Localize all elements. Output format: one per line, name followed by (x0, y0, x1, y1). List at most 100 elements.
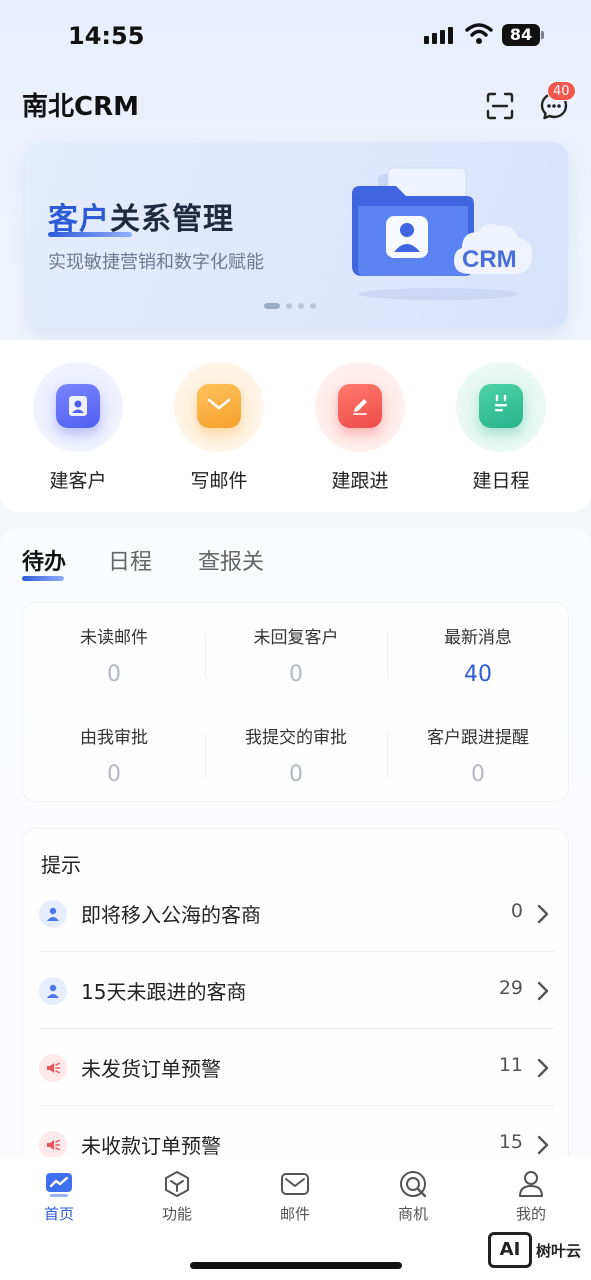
carousel-dot[interactable] (310, 303, 316, 309)
quick-action-new-customer[interactable]: 建客户 (13, 362, 143, 502)
todo-label: 我提交的审批 (245, 728, 347, 748)
calendar-icon (479, 384, 523, 428)
tip-row[interactable]: 即将移入公海的客商 0 (39, 875, 555, 952)
chevron-right-icon (537, 1058, 549, 1078)
todo-value: 0 (289, 662, 303, 687)
nav-label: 功能 (161, 1205, 192, 1223)
todo-latest-messages[interactable]: 最新消息 40 (387, 623, 569, 687)
home-screen: 14:55 84 南北CRM 40 客户关系管理 实现敏捷营销和数字化赋能 CR… (0, 0, 591, 1280)
chart-home-icon (46, 1173, 72, 1197)
quick-action-label: 建日程 (472, 470, 530, 492)
battery-icon: 84 (502, 24, 540, 46)
todo-my-approvals[interactable]: 由我审批 0 (23, 723, 205, 787)
todo-value: 0 (289, 762, 303, 787)
crm-folder-illustration: CRM (352, 167, 533, 300)
todo-value: 0 (471, 762, 485, 787)
nav-features[interactable]: 功能 (118, 1169, 236, 1229)
divider (387, 633, 388, 677)
message-badge: 40 (547, 81, 576, 101)
quick-action-label: 建跟进 (331, 470, 389, 492)
carousel-dot[interactable] (298, 303, 304, 309)
watermark-text: 树叶云 (536, 1242, 582, 1260)
tip-count: 15 (498, 1131, 523, 1153)
tips-title: 提示 (41, 853, 81, 877)
tab-customs[interactable]: 查报关 (198, 544, 264, 576)
tip-count: 29 (498, 977, 523, 999)
watermark: AI 树叶云 (488, 1232, 588, 1272)
nav-label: 商机 (397, 1205, 428, 1223)
user-icon (39, 900, 67, 928)
pencil-icon (338, 384, 382, 428)
tip-text: 即将移入公海的客商 (81, 903, 261, 927)
todo-label: 由我审批 (80, 728, 148, 748)
tip-count: 11 (498, 1054, 523, 1076)
tip-count: 0 (510, 900, 523, 922)
todo-label: 未读邮件 (80, 628, 148, 648)
user-icon (39, 977, 67, 1005)
todo-label: 未回复客户 (253, 628, 339, 648)
quick-action-label: 写邮件 (190, 470, 248, 492)
quick-action-new-followup[interactable]: 建跟进 (295, 362, 425, 502)
tab-active-indicator (22, 576, 64, 581)
quick-actions-card: 建客户 写邮件 建跟进 建日程 (0, 340, 591, 512)
status-bar: 14:55 84 (0, 0, 591, 72)
nav-profile[interactable]: 我的 (472, 1169, 590, 1229)
wifi-icon (465, 23, 493, 44)
status-time: 14:55 (68, 22, 145, 50)
nav-opportunities[interactable]: 商机 (354, 1169, 472, 1229)
signal-icon (424, 27, 453, 44)
banner-subtitle: 实现敏捷营销和数字化赋能 (48, 252, 264, 273)
home-indicator[interactable] (190, 1262, 402, 1269)
person-icon (519, 1171, 543, 1197)
todo-value: 40 (464, 662, 492, 687)
chevron-right-icon (537, 1135, 549, 1155)
nav-label: 邮件 (279, 1205, 310, 1223)
battery-tip (541, 31, 544, 39)
quick-action-write-mail[interactable]: 写邮件 (154, 362, 284, 502)
todo-value: 0 (107, 762, 121, 787)
todo-value: 0 (107, 662, 121, 687)
user-card-icon (56, 384, 100, 428)
todo-followup-reminders[interactable]: 客户跟进提醒 0 (387, 723, 569, 787)
tab-todo[interactable]: 待办 (22, 544, 66, 576)
tip-text: 15天未跟进的客商 (81, 980, 247, 1004)
carousel-dot[interactable] (264, 303, 280, 309)
nav-home[interactable]: 首页 (0, 1169, 118, 1229)
carousel-dot[interactable] (286, 303, 292, 309)
scan-icon[interactable] (484, 90, 516, 122)
watermark-logo: AI (488, 1232, 532, 1268)
todo-unreplied-customers[interactable]: 未回复客户 0 (205, 623, 387, 687)
tab-schedule[interactable]: 日程 (108, 544, 152, 576)
todo-unread-mail[interactable]: 未读邮件 0 (23, 623, 205, 687)
tips-card: 提示 即将移入公海的客商 0 15天未跟进的客商 29 未发货订单预警 11 未… (22, 828, 569, 1168)
chevron-right-icon (537, 981, 549, 1001)
app-title: 南北CRM (22, 92, 139, 122)
promo-banner[interactable]: 客户关系管理 实现敏捷营销和数字化赋能 CRM (26, 142, 568, 328)
todo-label: 最新消息 (444, 628, 512, 648)
target-icon (400, 1171, 427, 1198)
banner-title-underline (48, 232, 132, 237)
todo-submitted-approvals[interactable]: 我提交的审批 0 (205, 723, 387, 787)
divider (205, 633, 206, 677)
divider (387, 733, 388, 777)
speaker-icon (39, 1131, 67, 1159)
chevron-right-icon (537, 904, 549, 924)
todo-label: 客户跟进提醒 (427, 728, 529, 748)
tip-text: 未收款订单预警 (81, 1134, 221, 1158)
nav-label: 我的 (515, 1205, 546, 1223)
divider (205, 733, 206, 777)
quick-action-new-schedule[interactable]: 建日程 (436, 362, 566, 502)
nav-label: 首页 (43, 1205, 74, 1223)
mail-icon (281, 1173, 309, 1195)
tip-row[interactable]: 15天未跟进的客商 29 (39, 952, 555, 1029)
carousel-dots (264, 303, 316, 309)
banner-art-label: CRM (462, 246, 517, 273)
tip-text: 未发货订单预警 (81, 1057, 221, 1081)
nav-mail[interactable]: 邮件 (236, 1169, 354, 1229)
speaker-icon (39, 1054, 67, 1082)
todo-summary-card: 未读邮件 0 未回复客户 0 最新消息 40 由我审批 0 我提交的审批 0 客… (22, 602, 569, 802)
quick-action-label: 建客户 (49, 470, 107, 492)
tip-row[interactable]: 未发货订单预警 11 (39, 1029, 555, 1106)
envelope-icon (197, 384, 241, 428)
cube-icon (165, 1171, 189, 1197)
